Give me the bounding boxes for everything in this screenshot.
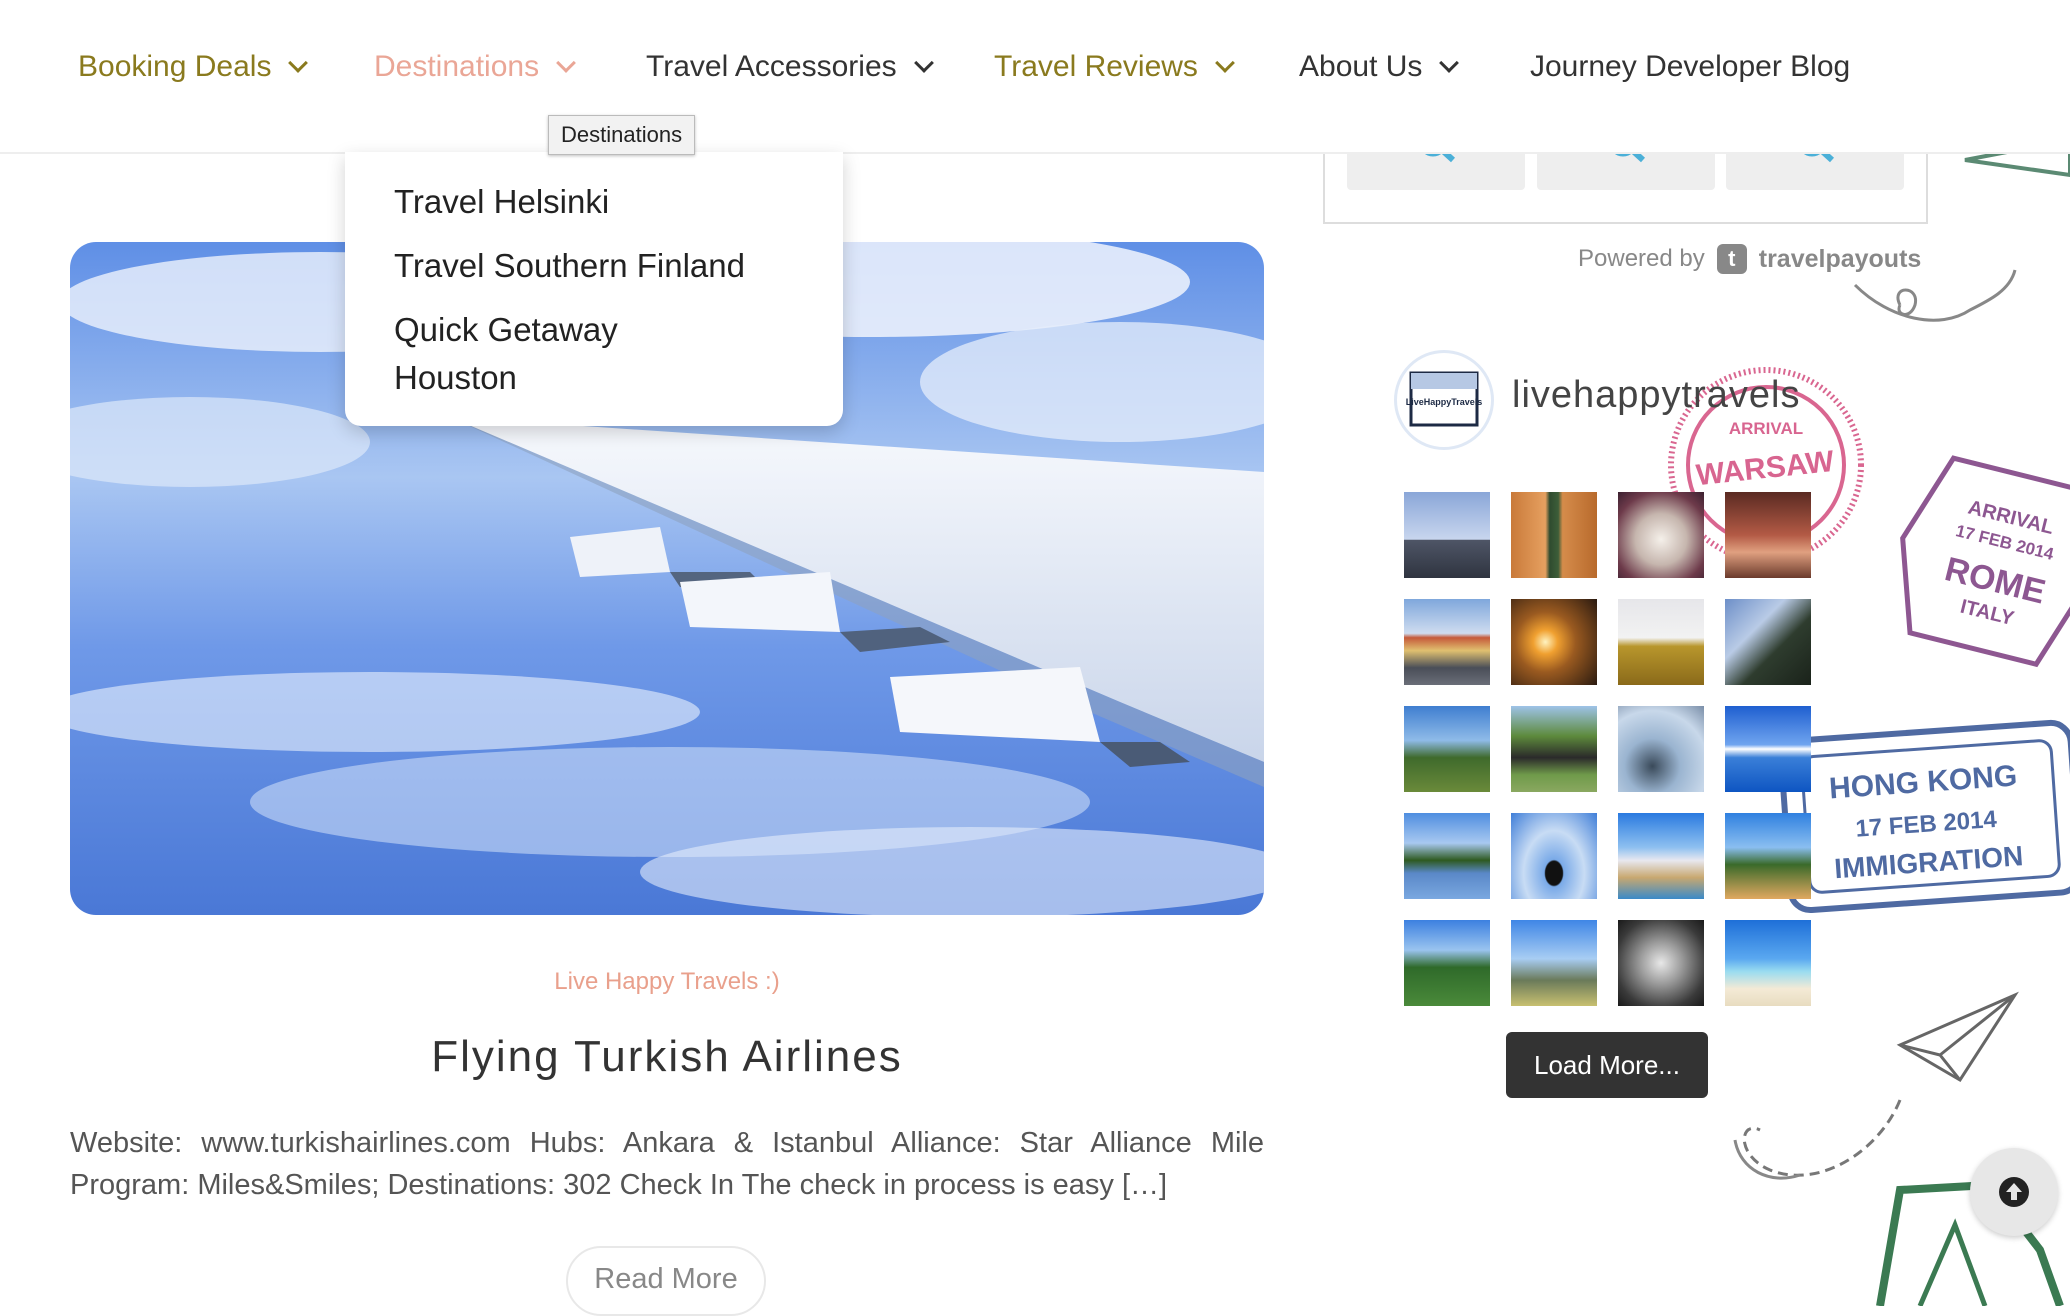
nav-label: About Us (1299, 50, 1423, 83)
instagram-photo[interactable] (1404, 706, 1490, 792)
chevron-down-icon (1439, 53, 1460, 73)
post-category[interactable]: Live Happy Travels :) (70, 968, 1264, 996)
instagram-photo[interactable] (1511, 813, 1597, 899)
nav-label: Travel Accessories (646, 50, 897, 83)
chevron-down-icon (913, 53, 934, 73)
dropdown-item-travel-helsinki[interactable]: Travel Helsinki (394, 178, 609, 226)
instagram-photo[interactable] (1725, 813, 1811, 899)
nav-label: Booking Deals (78, 50, 272, 83)
arrow-up-circle-icon (1999, 1177, 2029, 1207)
instagram-feed-grid (1404, 492, 1812, 1006)
powered-by-brand: travelpayouts (1758, 244, 1922, 273)
destinations-dropdown: Travel Helsinki Travel Southern Finland … (345, 152, 843, 426)
avatar[interactable]: LiveHappyTravels (1394, 350, 1494, 450)
nav-travel-accessories[interactable]: Travel Accessories (646, 50, 934, 84)
nav-booking-deals[interactable]: Booking Deals (78, 50, 309, 84)
scroll-to-top-button[interactable] (1970, 1148, 2058, 1236)
avatar-text: LiveHappyTravels (1406, 397, 1483, 407)
instagram-photo[interactable] (1618, 492, 1704, 578)
nav-travel-reviews[interactable]: Travel Reviews (994, 50, 1235, 84)
dropdown-item-houston[interactable]: Houston (394, 354, 517, 402)
stamp-text: ARRIVAL (1729, 419, 1803, 438)
instagram-photo[interactable] (1725, 706, 1811, 792)
tooltip: Destinations (548, 115, 696, 155)
powered-by-label: Powered by (1578, 245, 1705, 272)
travelpayouts-logo-icon: t (1716, 244, 1747, 274)
chevron-down-icon (556, 53, 576, 73)
instagram-photo[interactable] (1725, 920, 1811, 1006)
instagram-photo[interactable] (1618, 706, 1704, 792)
nav-label: Travel Reviews (994, 50, 1198, 83)
instagram-photo[interactable] (1511, 492, 1597, 578)
instagram-photo[interactable] (1511, 706, 1597, 792)
instagram-photo[interactable] (1618, 920, 1704, 1006)
powered-by[interactable]: Powered by t travelpayouts (1578, 244, 1921, 274)
chevron-down-icon (1215, 53, 1235, 73)
dropdown-item-quick-getaway[interactable]: Quick Getaway (394, 306, 618, 354)
instagram-photo[interactable] (1404, 813, 1490, 899)
dropdown-item-travel-southern-finland[interactable]: Travel Southern Finland (394, 242, 745, 290)
instagram-photo[interactable] (1725, 492, 1811, 578)
instagram-photo[interactable] (1404, 599, 1490, 685)
avatar-logo-icon: LiveHappyTravels (1406, 371, 1483, 427)
post-excerpt: Website: www.turkishairlines.com Hubs: A… (70, 1127, 1264, 1201)
post-title[interactable]: Flying Turkish Airlines (70, 1032, 1264, 1082)
instagram-photo[interactable] (1404, 492, 1490, 578)
main-navigation: Booking Deals Destinations Travel Access… (0, 0, 2070, 154)
stamp-text: IMMIGRATION (1833, 840, 2024, 884)
stamp-text: HONG KONG (1828, 759, 2018, 805)
instagram-handle[interactable]: livehappytravels (1512, 374, 1800, 417)
instagram-photo[interactable] (1618, 813, 1704, 899)
chevron-down-icon (288, 53, 309, 73)
instagram-photo[interactable] (1618, 599, 1704, 685)
instagram-photo[interactable] (1725, 599, 1811, 685)
load-more-button[interactable]: Load More... (1506, 1032, 1708, 1098)
nav-destinations[interactable]: Destinations (374, 50, 576, 84)
nav-journey-developer-blog[interactable]: Journey Developer Blog (1530, 50, 1850, 84)
nav-label: Journey Developer Blog (1530, 50, 1851, 83)
stamp-text: WARSAW (1694, 445, 1836, 492)
nav-label: Destinations (374, 50, 540, 83)
stamp-text: 17 FEB 2014 (1855, 806, 1999, 843)
instagram-photo[interactable] (1511, 920, 1597, 1006)
instagram-photo[interactable] (1404, 920, 1490, 1006)
instagram-photo[interactable] (1511, 599, 1597, 685)
nav-about-us[interactable]: About Us (1299, 50, 1460, 84)
